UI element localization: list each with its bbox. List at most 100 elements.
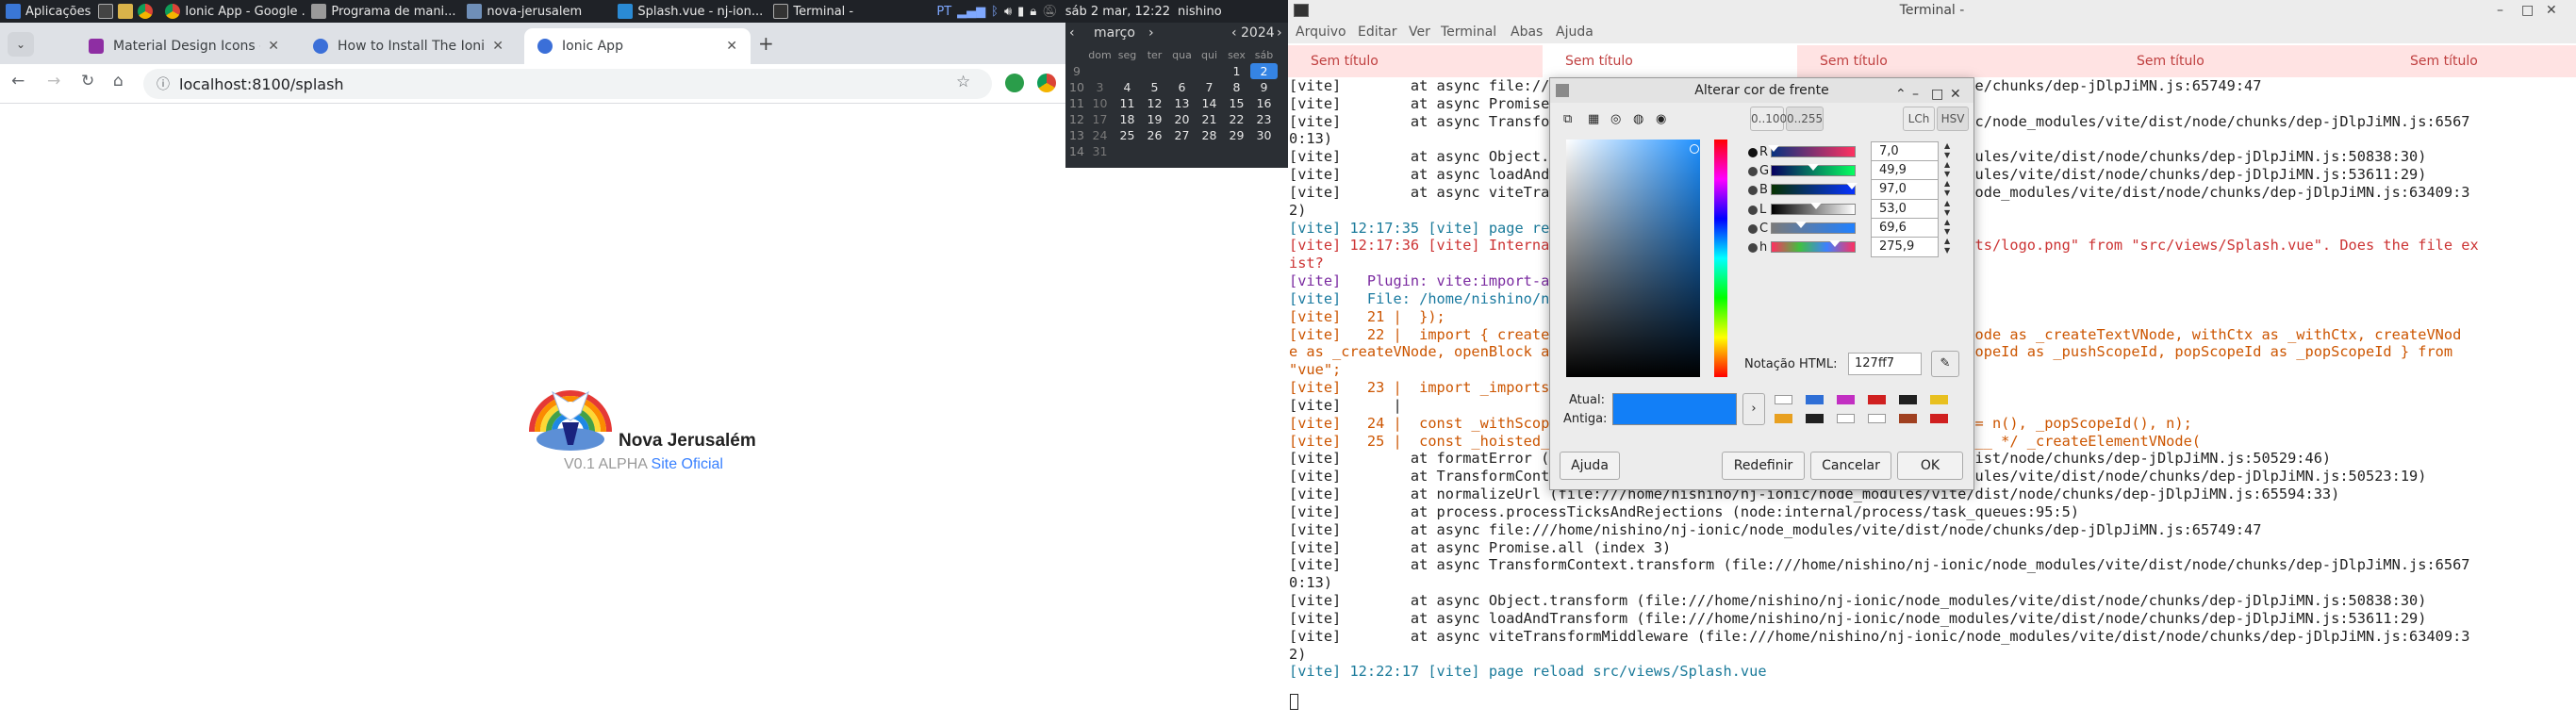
channel-slider[interactable] [1771,164,1856,176]
channel-value-input[interactable]: 7,0 [1871,141,1939,162]
help-button[interactable]: Ajuda [1560,452,1620,480]
channel-value-input[interactable]: 275,9 [1871,237,1939,257]
history-swatch[interactable] [1899,414,1917,423]
maximize-icon[interactable]: □ [1931,82,1943,107]
task-terminal[interactable]: Terminal - [768,0,933,23]
eyedropper-button[interactable]: ✎ [1931,351,1959,377]
new-tab-button[interactable]: + [758,32,774,55]
extension-green-icon[interactable] [1005,74,1024,92]
calendar-day[interactable]: 15 [1223,95,1250,111]
calendar-day[interactable]: 4 [1114,79,1141,95]
palette-selector-icon[interactable]: ▦ [1588,112,1599,126]
history-swatch[interactable] [1775,414,1792,423]
close-icon[interactable]: ✕ [492,39,504,54]
calendar-day[interactable]: 12 [1141,95,1168,111]
channel-value-input[interactable]: 53,0 [1871,199,1939,220]
close-icon[interactable]: ✕ [268,39,279,54]
reload-icon[interactable]: ↻ [81,72,94,90]
lock-icon[interactable]: 🔒︎ [1030,5,1036,19]
channel-value-input[interactable]: 49,9 [1871,160,1939,181]
calendar-day[interactable]: 2 [1250,63,1278,79]
menu-terminal[interactable]: Terminal [1441,25,1496,40]
channel-radio[interactable] [1748,148,1758,157]
address-bar[interactable]: ⓘ localhost:8100/splash ☆ [143,69,992,99]
terminal-tab[interactable]: Sem título [1797,45,2052,77]
lch-button[interactable]: LCh [1903,107,1935,131]
channel-radio[interactable] [1748,224,1758,234]
channel-slider[interactable] [1771,183,1858,195]
terminal-tab[interactable]: Sem título [1288,45,1543,77]
maximize-icon[interactable]: □ [2521,0,2534,21]
channel-radio[interactable] [1748,186,1758,195]
close-icon[interactable]: ✕ [726,39,737,54]
hue-strip[interactable] [1714,140,1727,377]
calendar-day[interactable]: 19 [1141,111,1168,127]
bluetooth-icon[interactable]: ᛒ [991,5,999,19]
channel-value-input[interactable]: 97,0 [1871,179,1939,200]
history-swatch[interactable] [1775,395,1792,404]
forward-arrow-icon[interactable]: → [47,72,60,90]
channel-slider[interactable] [1771,240,1856,253]
menu-editar[interactable]: Editar [1358,25,1396,40]
user-menu[interactable]: nishino [1176,0,1222,23]
wheel-selector-icon[interactable]: ◎ [1610,112,1621,126]
bookmark-star-icon[interactable]: ☆ [956,73,970,91]
channel-radio[interactable] [1748,243,1758,253]
history-swatch[interactable] [1837,414,1855,423]
scale-selector-icon[interactable]: ⧉ [1563,112,1572,126]
prev-month-button[interactable]: ‹ [1069,25,1075,41]
range-255-button[interactable]: 0..255 [1786,107,1824,131]
history-swatch[interactable] [1837,395,1855,404]
next-month-button[interactable]: › [1148,25,1154,41]
menu-ajuda[interactable]: Ajuda [1556,25,1593,40]
terminal-launcher-icon[interactable] [98,4,114,19]
calendar-day[interactable]: 8 [1223,79,1250,95]
task-ionic[interactable]: Ionic App - Google ... [159,0,305,23]
task-program[interactable]: Programa de mani... [305,0,461,23]
notification-icon[interactable]: 🔕︎ [1042,5,1058,19]
menu-ver[interactable]: Ver [1409,25,1430,40]
calendar-day[interactable]: 10 [1086,95,1114,111]
calendar-day[interactable]: 29 [1223,127,1250,143]
browser-tab-ionic-install[interactable]: How to Install The Ionic F ✕ [300,28,517,64]
terminal-tab[interactable]: Sem título [2052,45,2306,77]
minimize-icon[interactable]: – [1912,82,1919,107]
close-icon[interactable]: ✕ [1950,82,1961,107]
browser-tab-ionic-app[interactable]: Ionic App ✕ [524,28,751,64]
calendar-day[interactable]: 21 [1196,111,1223,127]
calendar-day[interactable]: 9 [1250,79,1278,95]
applications-menu[interactable]: Aplicações [0,0,96,23]
calendar-day[interactable]: 11 [1114,95,1141,111]
add-to-history-button[interactable]: › [1742,393,1765,425]
history-swatch[interactable] [1930,414,1948,423]
range-100-button[interactable]: 0..100 [1750,107,1787,131]
site-link[interactable]: Site Oficial [652,456,723,472]
calendar-day[interactable]: 22 [1223,111,1250,127]
chrome-profile-icon[interactable] [1037,74,1056,92]
ok-button[interactable]: OK [1897,452,1963,480]
hsv-button[interactable]: HSV [1937,107,1969,131]
calendar-day[interactable]: 3 [1086,79,1114,95]
calendar-day[interactable]: 27 [1168,127,1196,143]
tab-search-button[interactable]: ⌄ [8,32,34,57]
calendar-day[interactable]: 25 [1114,127,1141,143]
channel-slider[interactable] [1771,222,1856,234]
calendar-day[interactable]: 20 [1168,111,1196,127]
channel-slider[interactable] [1771,203,1856,215]
volume-icon[interactable]: 🔊︎ [1004,5,1012,19]
calendar-day[interactable]: 16 [1250,95,1278,111]
spin-arrows-icon[interactable]: ▲ ▼ [1944,218,1950,237]
spin-arrows-icon[interactable]: ▲ ▼ [1944,237,1950,255]
prev-year-button[interactable]: ‹ [1231,25,1237,41]
site-info-icon[interactable]: ⓘ [157,74,170,93]
clock[interactable]: sáb 2 mar, 12:22 [1060,0,1176,23]
channel-radio[interactable] [1748,167,1758,176]
chrome-launcher-icon[interactable] [138,4,154,19]
channel-radio[interactable] [1748,206,1758,215]
spin-arrows-icon[interactable]: ▲ ▼ [1944,160,1950,179]
history-swatch[interactable] [1899,395,1917,404]
signal-icon[interactable]: ▂▄▆ [957,5,985,19]
terminal-tab[interactable]: Sem título [2306,45,2576,77]
color-field[interactable] [1566,140,1700,377]
calendar-day[interactable]: 26 [1141,127,1168,143]
